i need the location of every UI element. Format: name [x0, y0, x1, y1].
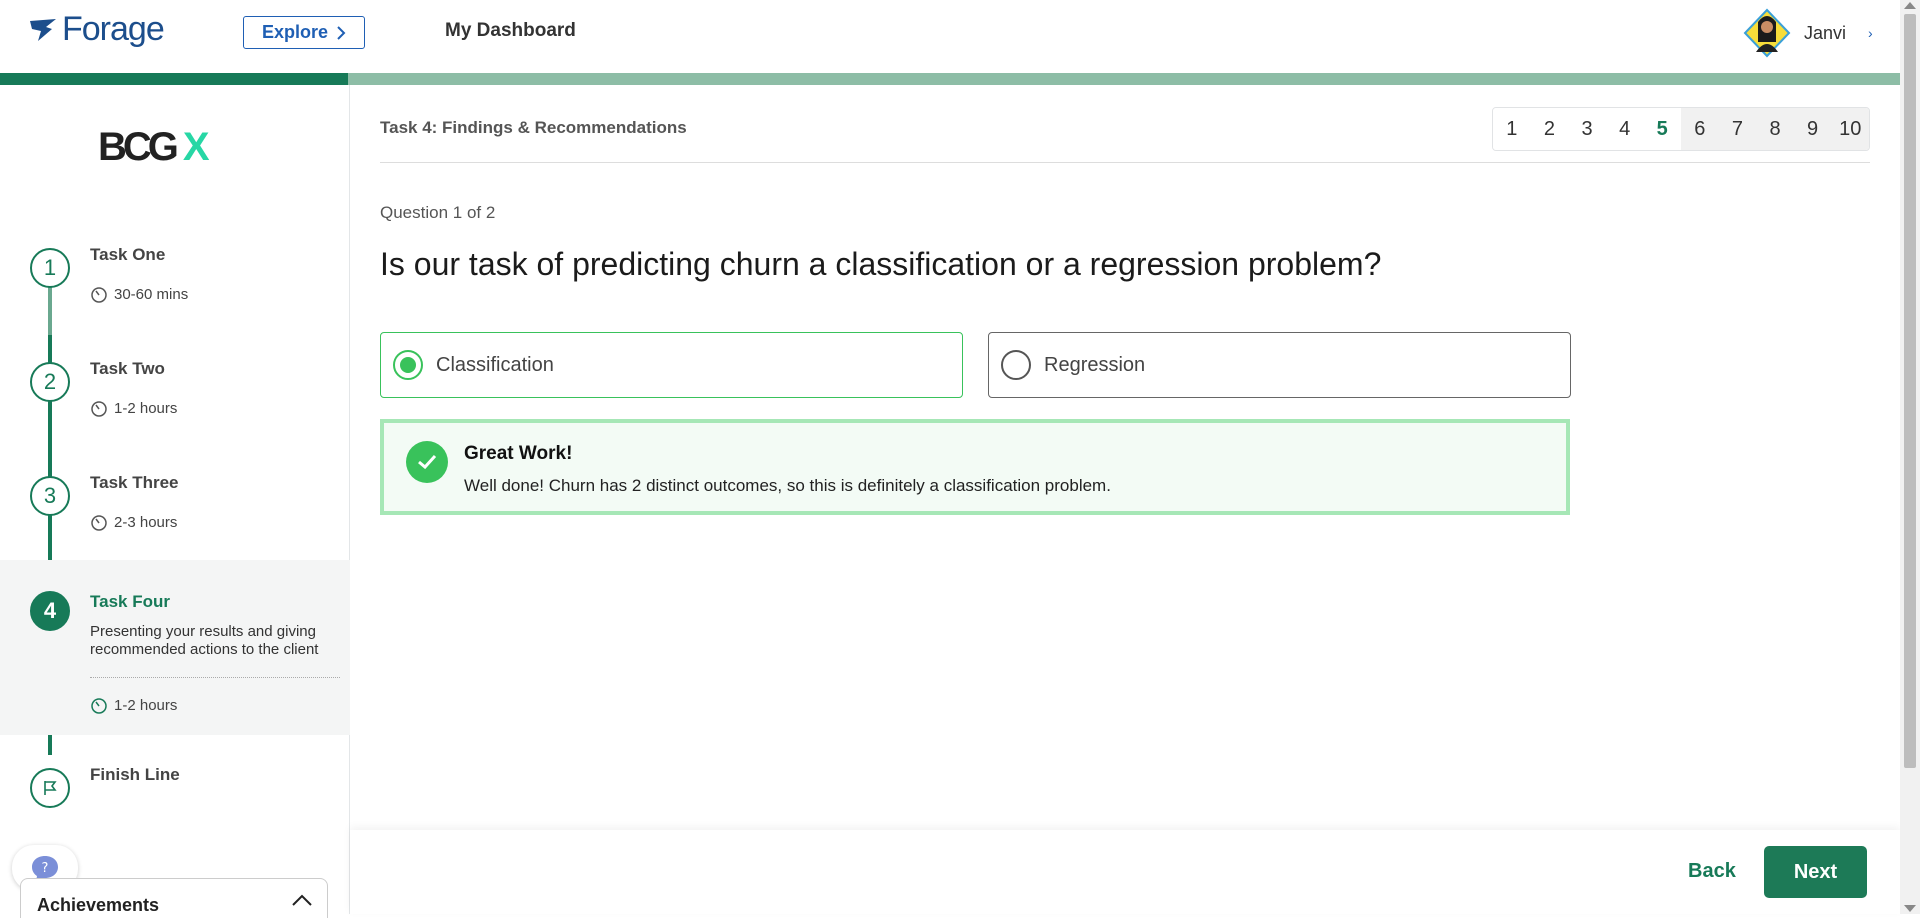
chevron-right-icon: [337, 25, 346, 40]
radio-button[interactable]: [393, 350, 423, 380]
task-sidebar: BCG X 1 Task One 30-60 mins 2 Task Two 1-…: [0, 85, 350, 918]
forage-logo[interactable]: Forage: [28, 10, 165, 49]
page-number-6[interactable]: 6: [1681, 108, 1719, 150]
task-duration-text: 2-3 hours: [114, 513, 178, 531]
scroll-down-arrow[interactable]: [1904, 905, 1916, 912]
page-number-7[interactable]: 7: [1718, 108, 1757, 150]
progress-fill: [0, 73, 348, 85]
task-number-badge: 3: [30, 476, 70, 516]
timer-icon: [91, 515, 107, 531]
question-pager: 1 2 3 4 5 6 7 8 9 10: [1492, 107, 1870, 151]
feedback-text: Well done! Churn has 2 distinct outcomes…: [464, 476, 1111, 495]
svg-text:?: ?: [42, 861, 49, 876]
chevron-up-icon: [292, 894, 312, 906]
sidebar-task-four[interactable]: 4 Task Four Presenting your results and …: [0, 560, 350, 735]
explore-label: Explore: [261, 22, 329, 42]
page-number-2[interactable]: 2: [1530, 108, 1569, 150]
task-duration: 2-3 hours: [90, 513, 177, 531]
task-duration-text: 1-2 hours: [114, 696, 178, 714]
course-progress-bar: [0, 73, 1900, 85]
forage-bird-icon: [30, 18, 56, 41]
user-name: Janvi: [1804, 22, 1847, 43]
bcg-logo-mark: X: [182, 125, 210, 169]
feedback-box: Great Work! Well done! Churn has 2 disti…: [380, 419, 1570, 515]
page-scrollbar[interactable]: [1900, 0, 1920, 914]
user-menu[interactable]: Janvi ›: [1742, 8, 1873, 58]
sidebar-task-two[interactable]: 2 Task Two 1-2 hours: [0, 359, 350, 454]
task-duration: 1-2 hours: [90, 399, 177, 417]
task-number-badge: 4: [30, 591, 70, 631]
feedback-title: Great Work!: [464, 443, 573, 464]
check-circle-icon: [406, 441, 448, 483]
task-title: Task Three: [90, 473, 179, 492]
task-description: Presenting your results and giving recom…: [90, 623, 319, 658]
page-number-1[interactable]: 1: [1493, 108, 1531, 150]
page-number-5[interactable]: 5: [1643, 108, 1682, 150]
bcg-logo-text: BCG: [98, 125, 179, 169]
task-header: Task 4: Findings & Recommendations 12345…: [380, 85, 1870, 163]
option-classification[interactable]: Classification: [380, 332, 963, 398]
next-button[interactable]: Next: [1764, 846, 1867, 898]
explore-button[interactable]: Explore: [243, 16, 365, 49]
radio-button[interactable]: [1001, 350, 1031, 380]
chevron-right-icon: ›: [1868, 25, 1873, 41]
my-dashboard-link[interactable]: My Dashboard: [445, 20, 576, 42]
task-duration: 30-60 mins: [90, 285, 188, 303]
page-number-10[interactable]: 10: [1831, 108, 1869, 150]
question-counter: Question 1 of 2: [380, 203, 496, 222]
task-heading: Task 4: Findings & Recommendations: [380, 118, 687, 137]
task-duration: 1-2 hours: [90, 696, 177, 714]
task-title: Finish Line: [90, 765, 180, 784]
option-label: Regression: [1044, 354, 1146, 376]
task-title: Task Four: [90, 592, 170, 611]
flag-icon: [30, 768, 70, 808]
footer-actions: Back Next: [350, 830, 1900, 914]
sidebar-finish-line[interactable]: Finish Line: [0, 765, 350, 825]
sidebar-task-one[interactable]: 1 Task One 30-60 mins: [0, 245, 350, 340]
back-button[interactable]: Back: [1688, 860, 1736, 883]
question-text: Is our task of predicting churn a classi…: [380, 246, 1382, 282]
avatar: [1743, 8, 1791, 58]
task-number-badge: 2: [30, 362, 70, 402]
scrollbar-thumb[interactable]: [1904, 14, 1916, 768]
achievements-panel-toggle[interactable]: Achievements: [20, 878, 328, 918]
forage-logo-text: Forage: [62, 10, 165, 48]
task-number-badge: 1: [30, 248, 70, 288]
top-navbar: Forage Explore My Dashboard Janvi ›: [0, 0, 1900, 73]
bcg-x-logo: BCG X: [98, 125, 210, 170]
task-title: Task Two: [90, 359, 165, 378]
page-number-9[interactable]: 9: [1793, 108, 1832, 150]
task-title: Task One: [90, 245, 166, 264]
timer-icon: [91, 401, 107, 417]
task-duration-text: 30-60 mins: [114, 285, 189, 303]
achievements-label: Achievements: [37, 895, 160, 915]
page-number-4[interactable]: 4: [1605, 108, 1644, 150]
timer-icon: [91, 287, 107, 303]
option-label: Classification: [436, 354, 554, 376]
sidebar-task-three[interactable]: 3 Task Three 2-3 hours: [0, 473, 350, 568]
timer-icon: [91, 698, 107, 714]
page-number-3[interactable]: 3: [1568, 108, 1606, 150]
option-regression[interactable]: Regression: [988, 332, 1571, 398]
task-duration-text: 1-2 hours: [114, 399, 178, 417]
scroll-up-arrow[interactable]: [1904, 2, 1916, 9]
page-number-8[interactable]: 8: [1756, 108, 1794, 150]
